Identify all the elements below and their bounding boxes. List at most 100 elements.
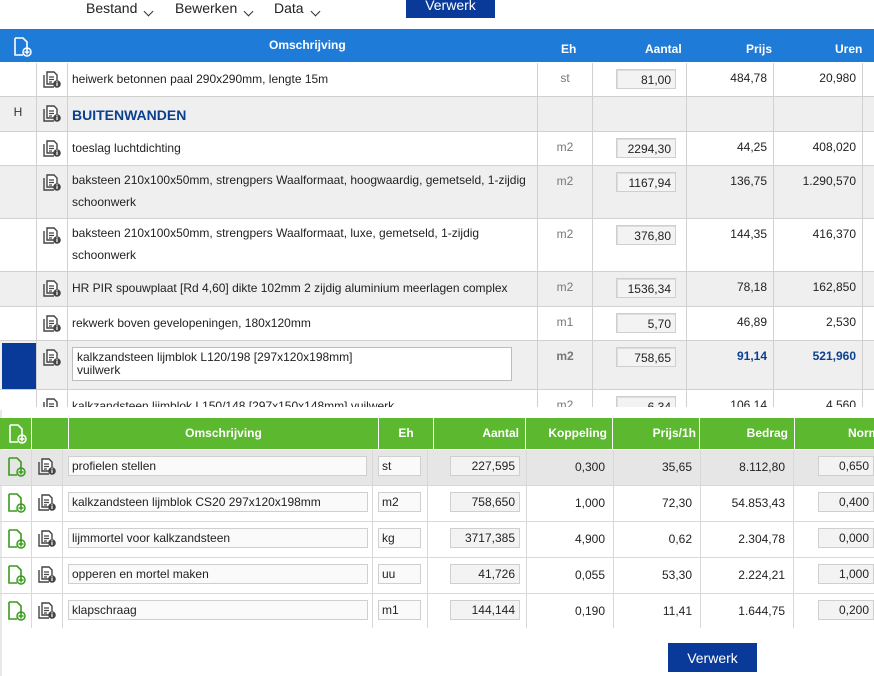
aantal-input[interactable]: 376,80 [616,225,676,245]
row-description[interactable]: baksteen 210x100x50mm, strengpers Waalfo… [72,222,531,266]
row-description[interactable]: kalkzandsteen lijmblok L150/148 [297x150… [72,395,531,407]
row-description[interactable]: toeslag luchtdichting [72,137,531,159]
resource-row[interactable]: kalkzandsteen lijmblok CS20 297x120x198m… [0,486,874,522]
col-eh[interactable]: Eh [379,418,434,449]
doc-info-icon[interactable] [42,278,62,298]
resource-row[interactable]: lijmmortel voor kalkzandsteen kg 3717,38… [0,522,874,558]
resource-desc-input[interactable]: opperen en mortel maken [68,564,368,584]
row-description[interactable]: HR PIR spouwplaat [Rd 4,60] dikte 102mm … [72,277,531,299]
section-title: BUITENWANDEN [72,107,187,123]
resource-norm-input[interactable]: 0,200 [818,600,874,620]
col-prijs-1h[interactable]: Prijs/1h [613,418,700,449]
menu-bar: Bestand Bewerken Data Verwerk [0,0,874,28]
aantal-input[interactable]: 6,34 [616,396,676,407]
col-norm[interactable]: Norm [795,418,874,449]
resource-norm-input[interactable]: 1,000 [818,564,874,584]
table-row[interactable]: baksteen 210x100x50mm, strengpers Waalfo… [0,166,874,219]
aantal-input[interactable]: 81,00 [616,69,676,89]
resource-aantal-input[interactable]: 3717,385 [450,528,520,548]
resource-desc-input[interactable]: kalkzandsteen lijmblok CS20 297x120x198m… [68,492,368,512]
resource-eh-input[interactable]: kg [378,528,421,548]
resource-desc-input[interactable]: profielen stellen [68,456,367,476]
resource-prijs: 11,41 [662,604,692,618]
add-resource-icon[interactable] [0,418,32,449]
col-bedrag[interactable]: Bedrag [700,418,795,449]
table-row[interactable]: rekwerk boven gevelopeningen, 180x120mm … [0,307,874,341]
section-row[interactable]: H BUITENWANDEN [0,97,874,132]
doc-info-icon[interactable] [42,225,62,245]
resource-aantal-input[interactable]: 144,144 [450,600,520,620]
resource-koppeling: 1,000 [574,496,605,510]
row-description[interactable]: heiwerk betonnen paal 290x290mm, lengte … [72,68,531,90]
add-doc-icon[interactable] [6,457,26,477]
resource-bedrag: 8.112,80 [739,460,785,474]
menu-bewerken[interactable]: Bewerken [175,0,254,17]
add-doc-icon[interactable] [6,529,26,549]
resource-bedrag: 1.644,75 [738,604,785,618]
col-uren[interactable]: Uren [835,33,862,66]
doc-info-icon[interactable] [42,69,62,89]
doc-info-icon[interactable] [37,456,57,476]
col-omschrijving[interactable]: Omschrijving [269,29,346,62]
doc-info-icon[interactable] [42,138,62,158]
col-aantal[interactable]: Aantal [434,418,526,449]
resource-bedrag: 2.224,21 [738,568,785,582]
resource-eh-input[interactable]: uu [378,564,421,584]
resource-norm-input[interactable]: 0,000 [818,528,874,548]
resource-aantal-input[interactable]: 758,650 [450,492,520,512]
doc-info-icon[interactable] [37,492,57,512]
resource-aantal-input[interactable]: 41,726 [450,564,520,584]
resource-eh-input[interactable]: m1 [378,600,421,620]
col-koppeling[interactable]: Koppeling [526,418,613,449]
add-doc-icon[interactable] [6,493,26,513]
resource-prijs: 53,30 [661,568,692,582]
add-doc-icon[interactable] [12,37,32,57]
col-omschrijving[interactable]: Omschrijving [69,418,379,449]
add-doc-icon[interactable] [6,601,26,621]
table-row[interactable]: kalkzandsteen lijmblok L150/148 [297x150… [0,390,874,407]
table-row[interactable]: HR PIR spouwplaat [Rd 4,60] dikte 102mm … [0,272,874,307]
resource-desc-input[interactable]: klapschraag [68,600,368,620]
col-eh[interactable]: Eh [561,33,576,66]
verwerk-top-button[interactable]: Verwerk [406,0,495,18]
resource-eh-input[interactable]: st [378,456,421,476]
resource-aantal-input[interactable]: 227,595 [450,456,520,476]
aantal-input[interactable]: 5,70 [616,313,676,333]
doc-info-icon[interactable] [42,313,62,333]
resource-row[interactable]: klapschraag m1 144,144 0,190 11,41 1.644… [0,594,874,628]
col-prijs[interactable]: Prijs [746,33,772,66]
description-textarea[interactable]: kalkzandsteen lijmblok L120/198 [297x120… [72,347,512,381]
resource-koppeling: 4,900 [574,532,605,546]
table-row[interactable]: baksteen 210x100x50mm, strengpers Waalfo… [0,219,874,272]
resource-desc-input[interactable]: lijmmortel voor kalkzandsteen [68,528,368,548]
resource-table-header: Omschrijving Eh Aantal Koppeling Prijs/1… [0,418,874,449]
doc-info-icon[interactable] [37,564,57,584]
aantal-input[interactable]: 1536,34 [616,278,676,298]
row-eh: m2 [556,140,574,154]
doc-info-icon[interactable] [42,396,62,407]
aantal-input[interactable]: 758,65 [616,347,676,367]
verwerk-button[interactable]: Verwerk [668,643,757,672]
add-doc-icon[interactable] [6,565,26,585]
doc-info-icon[interactable] [42,172,62,192]
doc-info-icon[interactable] [37,600,57,620]
resource-eh-input[interactable]: m2 [378,492,421,512]
menu-bestand[interactable]: Bestand [86,0,154,17]
resource-norm-input[interactable]: 0,650 [818,456,874,476]
doc-info-icon[interactable] [37,528,57,548]
col-aantal[interactable]: Aantal [645,33,682,66]
row-description[interactable]: baksteen 210x100x50mm, strengpers Waalfo… [72,169,531,213]
aantal-input[interactable]: 2294,30 [616,138,676,158]
doc-info-icon[interactable] [42,347,62,367]
table-row[interactable]: toeslag luchtdichting m2 2294,30 44,25 4… [0,132,874,166]
table-row-selected[interactable]: kalkzandsteen lijmblok L120/198 [297x120… [0,341,874,390]
table-row[interactable]: heiwerk betonnen paal 290x290mm, lengte … [0,63,874,97]
row-description[interactable]: rekwerk boven gevelopeningen, 180x120mm [72,312,531,334]
row-eh: m2 [556,349,574,363]
resource-row[interactable]: profielen stellen st 227,595 0,300 35,65… [0,450,874,486]
aantal-input[interactable]: 1167,94 [616,172,676,192]
resource-row[interactable]: opperen en mortel maken uu 41,726 0,055 … [0,558,874,594]
doc-info-icon[interactable] [42,103,62,123]
menu-data[interactable]: Data [274,0,321,17]
resource-norm-input[interactable]: 0,400 [818,492,874,512]
